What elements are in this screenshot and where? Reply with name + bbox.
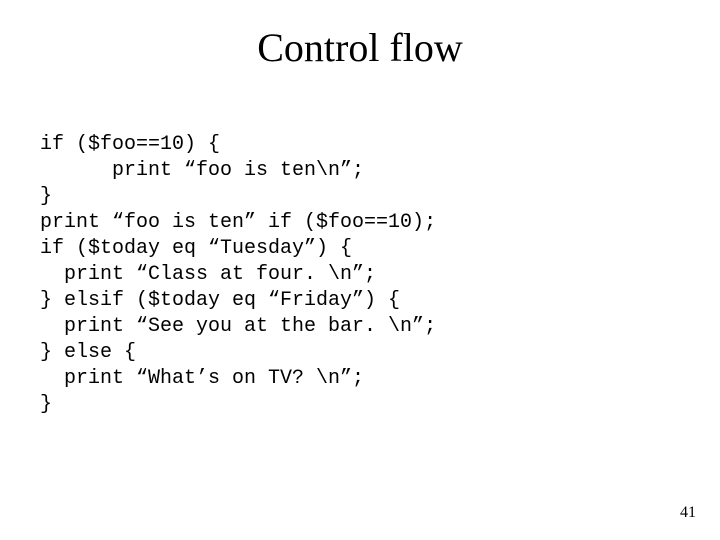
slide-title: Control flow [0, 24, 720, 71]
page-number: 41 [680, 504, 696, 522]
code-block: if ($foo==10) { print “foo is ten\n”; } … [40, 132, 436, 418]
slide: Control flow if ($foo==10) { print “foo … [0, 0, 720, 540]
